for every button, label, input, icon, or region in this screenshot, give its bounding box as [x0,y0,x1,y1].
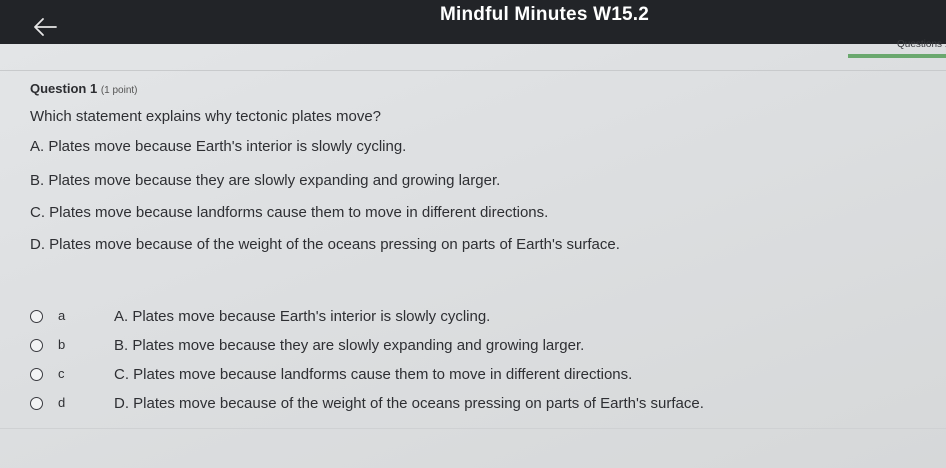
answer-choice-c[interactable]: c C. Plates move because landforms cause… [30,366,730,386]
choice-letter: b [58,337,66,352]
app-header: Mindful Minutes W15.2 [0,0,946,44]
choice-text: C. Plates move because landforms cause t… [114,366,633,383]
choice-letter: a [58,308,66,323]
answer-choice-d[interactable]: d D. Plates move because of the weight o… [30,395,730,415]
question-header: Question 1 (1 point) [30,81,138,96]
divider [0,428,946,429]
radio-c[interactable] [30,368,43,381]
question-points: (1 point) [100,85,138,96]
statement-b: B. Plates move because they are slowly e… [30,172,501,189]
radio-a[interactable] [30,310,43,323]
answer-choice-b[interactable]: b B. Plates move because they are slowly… [30,337,730,357]
choice-letter: d [58,395,66,410]
choice-letter: c [58,366,65,381]
choice-text: B. Plates move because they are slowly e… [114,337,585,354]
statement-a: A. Plates move because Earth's interior … [30,138,407,155]
progress-bar-fill [848,54,946,58]
back-button[interactable] [32,16,58,38]
choice-text: D. Plates move because of the weight of … [114,395,704,412]
radio-b[interactable] [30,339,43,352]
questions-nav-link[interactable]: Questions 1 [897,39,946,50]
arrow-left-icon [34,18,57,36]
divider [0,70,946,71]
page-title: Mindful Minutes W15.2 [440,4,649,25]
question-number: Question 1 [30,81,98,96]
answer-choice-a[interactable]: a A. Plates move because Earth's interio… [30,308,730,328]
choice-text: A. Plates move because Earth's interior … [114,308,491,325]
statement-d: D. Plates move because of the weight of … [30,236,620,253]
question-stem: Which statement explains why tectonic pl… [30,108,381,125]
statement-c: C. Plates move because landforms cause t… [30,204,549,221]
progress-bar [848,54,946,58]
radio-d[interactable] [30,397,43,410]
